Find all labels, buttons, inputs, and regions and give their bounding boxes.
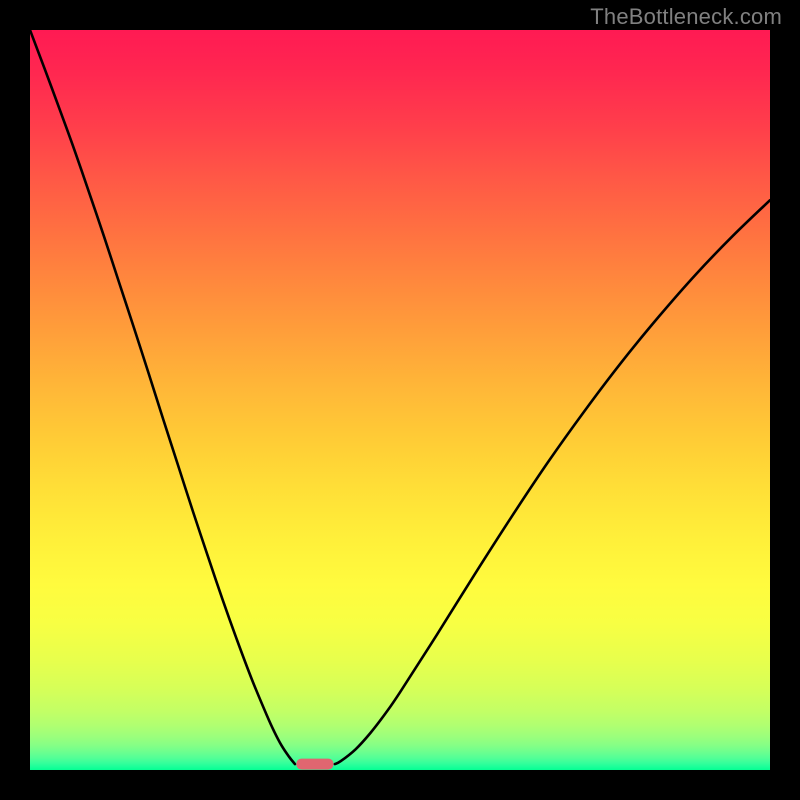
bottleneck-marker bbox=[296, 759, 333, 770]
plot-area bbox=[30, 30, 770, 770]
chart-frame: TheBottleneck.com bbox=[0, 0, 800, 800]
watermark-text: TheBottleneck.com bbox=[590, 4, 782, 30]
chart-svg bbox=[30, 30, 770, 770]
gradient-background bbox=[30, 30, 770, 770]
